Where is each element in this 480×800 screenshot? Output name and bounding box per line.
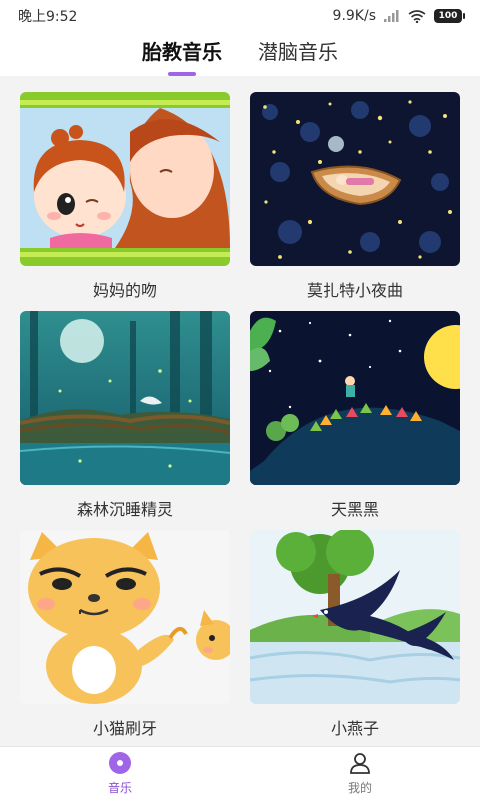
swallows-thumbnail bbox=[250, 530, 460, 704]
card-title: 小燕子 bbox=[330, 718, 379, 738]
cartoon-cat-thumbnail bbox=[20, 530, 230, 704]
card-title: 莫扎特小夜曲 bbox=[306, 280, 403, 300]
tab-label: 胎教音乐 bbox=[142, 40, 222, 64]
tab-bar: 胎教音乐 潜脑音乐 bbox=[0, 32, 480, 76]
card-title: 妈妈的吻 bbox=[92, 280, 157, 300]
bottom-navigation: 音乐 我的 bbox=[0, 746, 480, 800]
nav-label: 音乐 bbox=[107, 781, 132, 795]
card-title: 森林沉睡精灵 bbox=[76, 499, 173, 519]
music-card[interactable]: 森林沉睡精灵 bbox=[20, 311, 230, 530]
music-grid: 妈妈的吻 莫扎特小夜曲 森林沉睡精灵 天黑黑 小猫刷牙 小燕子 bbox=[0, 76, 480, 746]
battery-icon: 100 bbox=[434, 9, 465, 23]
tab-label: 潜脑音乐 bbox=[258, 40, 338, 64]
mother-kiss-thumbnail bbox=[20, 92, 230, 266]
music-card[interactable]: 小猫刷牙 bbox=[20, 530, 230, 749]
signal-icon bbox=[384, 10, 400, 22]
tab-subconscious-music[interactable]: 潜脑音乐 bbox=[258, 36, 338, 72]
tab-prenatal-music[interactable]: 胎教音乐 bbox=[142, 36, 222, 76]
music-card[interactable]: 妈妈的吻 bbox=[20, 92, 230, 311]
user-icon bbox=[348, 751, 372, 775]
night-bridge-thumbnail bbox=[250, 311, 460, 485]
card-title: 小猫刷牙 bbox=[92, 718, 157, 738]
status-bar: 晚上9:52 9.9K/s 100 bbox=[0, 0, 480, 32]
nav-item-mine[interactable]: 我的 bbox=[240, 747, 480, 800]
night-boat-thumbnail bbox=[250, 92, 460, 266]
music-card[interactable]: 小燕子 bbox=[250, 530, 460, 749]
nav-item-music[interactable]: 音乐 bbox=[0, 747, 240, 800]
status-time: 晚上9:52 bbox=[18, 9, 78, 25]
forest-fairy-thumbnail bbox=[20, 311, 230, 485]
nav-label: 我的 bbox=[347, 781, 372, 795]
music-card[interactable]: 天黑黑 bbox=[250, 311, 460, 530]
network-speed: 9.9K/s bbox=[332, 8, 376, 24]
music-disc-icon bbox=[108, 751, 132, 775]
wifi-icon bbox=[408, 9, 426, 23]
card-title: 天黑黑 bbox=[330, 499, 379, 519]
music-card[interactable]: 莫扎特小夜曲 bbox=[250, 92, 460, 311]
status-indicators: 9.9K/s 100 bbox=[332, 8, 465, 24]
